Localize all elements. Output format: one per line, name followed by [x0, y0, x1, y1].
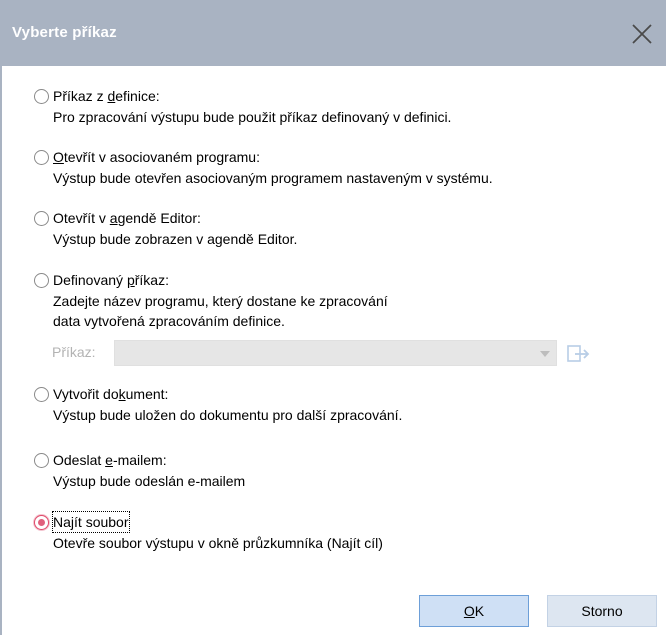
browse-button[interactable] [566, 341, 592, 365]
option-find-file: Najít soubor Otevře soubor výstupu v okn… [34, 511, 383, 553]
ok-button[interactable]: OK [419, 595, 529, 627]
option-description: Výstup bude zobrazen v agendě Editor. [53, 231, 298, 247]
option-label[interactable]: Najít soubor [52, 511, 130, 533]
radio-definition-command[interactable] [34, 88, 49, 104]
chevron-down-icon[interactable] [540, 351, 550, 357]
option-label[interactable]: Otevřít v agendě Editor: [53, 208, 201, 228]
option-description-line: data vytvořená zpracováním definice. [53, 313, 285, 329]
option-create-document: Vytvořit dokument: Výstup bude uložen do… [34, 384, 402, 425]
close-button[interactable] [622, 14, 662, 54]
radio-defined-command[interactable] [34, 272, 49, 288]
radio-create-document[interactable] [34, 386, 49, 402]
option-send-email: Odeslat e-mailem: Výstup bude odeslán e-… [34, 450, 245, 491]
radio-find-file[interactable] [34, 514, 49, 530]
option-definition-command: Příkaz z definice: Pro zpracování výstup… [34, 86, 451, 127]
dialog-title: Vyberte příkaz [12, 24, 117, 41]
browse-icon [567, 345, 590, 362]
option-label[interactable]: Příkaz z definice: [53, 86, 160, 106]
option-description: Výstup bude odeslán e-mailem [53, 473, 246, 489]
option-description: Otevře soubor výstupu v okně průzkumníka… [53, 535, 383, 551]
title-bar: Vyberte příkaz [2, 0, 666, 66]
option-label[interactable]: Otevřít v asociovaném programu: [53, 147, 260, 167]
option-label[interactable]: Vytvořit dokument: [53, 384, 168, 404]
command-row: Příkaz: [52, 340, 597, 366]
close-icon [632, 24, 652, 44]
command-combobox[interactable] [114, 340, 557, 366]
option-label[interactable]: Definovaný příkaz: [53, 270, 169, 290]
option-associated-program: Otevřít v asociovaném programu: Výstup b… [34, 147, 493, 188]
option-description: Výstup bude uložen do dokumentu pro dalš… [53, 407, 403, 423]
radio-associated-program[interactable] [34, 149, 49, 165]
cancel-button[interactable]: Storno [547, 595, 657, 627]
select-command-dialog: Vyberte příkaz Příkaz z definice: Pro zp… [0, 0, 666, 635]
radio-send-email[interactable] [34, 452, 49, 468]
command-label: Příkaz: [52, 344, 96, 360]
option-description: Výstup bude otevřen asociovaným programe… [53, 170, 493, 186]
option-label[interactable]: Odeslat e-mailem: [53, 450, 167, 470]
option-description: Pro zpracování výstupu bude použit příka… [53, 109, 452, 125]
option-editor-agenda: Otevřít v agendě Editor: Výstup bude zob… [34, 208, 297, 249]
radio-editor-agenda[interactable] [34, 210, 49, 226]
option-defined-command: Definovaný příkaz: Zadejte název program… [34, 270, 388, 331]
option-description-line: Zadejte název programu, který dostane ke… [53, 293, 388, 309]
